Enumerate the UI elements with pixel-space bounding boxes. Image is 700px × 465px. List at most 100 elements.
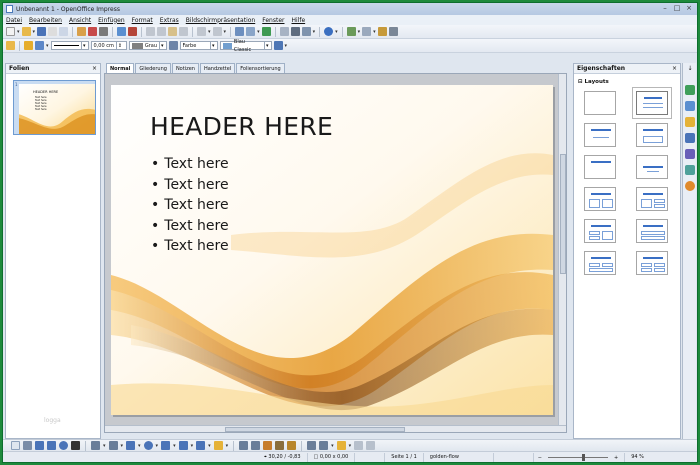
menu-praesentation[interactable]: Bildschirmpräsentation xyxy=(186,17,255,24)
slide-title[interactable]: HEADER HERE xyxy=(150,112,333,141)
cut-icon[interactable] xyxy=(146,27,156,36)
layouts-deck-icon[interactable] xyxy=(685,117,695,127)
zoom-slider-knob[interactable] xyxy=(582,454,586,461)
ellipse-tool-icon[interactable] xyxy=(59,441,68,450)
area-icon[interactable] xyxy=(168,41,178,50)
email-icon[interactable] xyxy=(59,27,69,36)
chevron-down-icon[interactable]: ▾ xyxy=(285,43,288,49)
edit-file-icon[interactable] xyxy=(77,27,87,36)
more-tools-icon[interactable] xyxy=(388,27,398,36)
tab-notizen[interactable]: Notizen xyxy=(171,63,199,73)
symbol-shapes-icon[interactable] xyxy=(143,441,153,450)
layout-title-2-content-bottom[interactable] xyxy=(636,219,668,243)
chevron-down-icon[interactable]: ▾ xyxy=(156,443,159,449)
presentation-icon[interactable] xyxy=(377,27,387,36)
autospell-icon[interactable] xyxy=(128,27,138,36)
animation-deck-icon[interactable] xyxy=(685,149,695,159)
format-paintbrush-icon[interactable] xyxy=(179,27,189,36)
chevron-down-icon[interactable]: ▾ xyxy=(121,443,124,449)
curve-tool-icon[interactable] xyxy=(91,441,100,450)
scroll-thumb[interactable] xyxy=(225,427,405,432)
shadow-icon[interactable] xyxy=(273,41,283,50)
slide-thumbnail-1[interactable]: 1 HEADER HERE Text here Text here Text h… xyxy=(13,80,96,135)
maximize-icon[interactable]: □ xyxy=(672,4,682,13)
draw-functions-icon[interactable] xyxy=(290,27,300,36)
block-arrows-icon[interactable] xyxy=(161,441,171,450)
layout-title-2-content[interactable] xyxy=(584,187,616,211)
line-tool-icon[interactable] xyxy=(23,441,32,450)
navigator-deck-icon[interactable] xyxy=(685,181,695,191)
line-width-field[interactable]: 0,00 cm ⇕ xyxy=(90,41,127,50)
minimize-icon[interactable]: – xyxy=(660,4,670,13)
collapse-icon[interactable]: ⊟ xyxy=(578,79,583,85)
zoom-out-icon[interactable]: − xyxy=(538,455,542,461)
hyperlink-icon[interactable] xyxy=(261,27,271,36)
chevron-down-icon[interactable]: ▾ xyxy=(191,443,194,449)
layout-title-slide[interactable] xyxy=(584,123,616,147)
tab-gliederung[interactable]: Gliederung xyxy=(135,63,171,73)
chevron-down-icon[interactable]: ▾ xyxy=(224,29,227,35)
table-icon[interactable] xyxy=(246,27,256,36)
rotate-icon[interactable] xyxy=(307,441,317,450)
chevron-down-icon[interactable]: ▾ xyxy=(331,443,334,449)
chevron-down-icon[interactable]: ▾ xyxy=(373,29,376,35)
layout-blank[interactable] xyxy=(584,91,616,115)
styles-icon[interactable] xyxy=(6,41,15,50)
layout-centered-text[interactable] xyxy=(636,155,668,179)
vertical-scrollbar[interactable] xyxy=(558,74,566,432)
connector-tool-icon[interactable] xyxy=(108,441,118,450)
menu-hilfe[interactable]: Hilfe xyxy=(291,17,305,24)
transition-deck-icon[interactable] xyxy=(685,165,695,175)
arrow-tool-icon[interactable] xyxy=(35,441,44,450)
master-pages-deck-icon[interactable] xyxy=(685,101,695,111)
chevron-down-icon[interactable]: ▾ xyxy=(335,29,338,35)
area-style-select[interactable]: Farbe ▾ xyxy=(179,41,218,50)
menu-ansicht[interactable]: Ansicht xyxy=(69,17,91,24)
glue-points-icon[interactable] xyxy=(251,441,261,450)
chart-icon[interactable] xyxy=(235,27,245,36)
line-color-select[interactable]: Grau ▾ xyxy=(128,41,167,50)
menu-bearbeiten[interactable]: Bearbeiten xyxy=(29,17,62,24)
layouts-section-header[interactable]: ⊟ Layouts xyxy=(578,79,609,85)
callouts-icon[interactable] xyxy=(196,441,206,450)
rectangle-tool-icon[interactable] xyxy=(47,441,56,450)
gallery-icon[interactable] xyxy=(287,441,297,450)
menu-datei[interactable]: Datei xyxy=(6,17,22,24)
tab-foliensortierung[interactable]: Foliensortierung xyxy=(236,63,285,73)
select-arrow-icon[interactable] xyxy=(11,441,20,450)
fontwork-icon[interactable] xyxy=(263,441,273,450)
chevron-down-icon[interactable]: ▾ xyxy=(173,443,176,449)
undo-icon[interactable] xyxy=(197,27,207,36)
area-color-select[interactable]: Blau Classic ▾ xyxy=(219,39,272,53)
extrusion-icon[interactable] xyxy=(354,441,364,450)
horizontal-scrollbar[interactable] xyxy=(105,425,566,432)
3d-effects-icon[interactable] xyxy=(366,441,376,450)
open-folder-icon[interactable] xyxy=(21,27,31,36)
close-icon[interactable]: × xyxy=(672,65,677,72)
sidebar-menu-icon[interactable]: ↓ xyxy=(685,65,695,75)
chevron-down-icon[interactable]: ▾ xyxy=(208,443,211,449)
zoom-level[interactable]: 94 % xyxy=(624,453,650,462)
redo-icon[interactable] xyxy=(212,27,222,36)
basic-shapes-icon[interactable] xyxy=(126,441,136,450)
menu-extras[interactable]: Extras xyxy=(160,17,179,24)
print-icon[interactable] xyxy=(99,27,109,36)
arrow-style-icon[interactable] xyxy=(35,41,44,50)
points-icon[interactable] xyxy=(239,441,249,450)
tab-normal[interactable]: Normal xyxy=(106,63,135,73)
chevron-down-icon[interactable]: ▾ xyxy=(257,29,260,35)
chevron-down-icon[interactable]: ▾ xyxy=(226,443,229,449)
chevron-down-icon[interactable]: ▾ xyxy=(349,443,352,449)
spellcheck-icon[interactable] xyxy=(117,27,127,36)
layout-title-2-content-left[interactable] xyxy=(584,219,616,243)
align-icon[interactable] xyxy=(319,441,329,450)
arrange-icon[interactable] xyxy=(336,441,346,450)
chevron-down-icon[interactable]: ▾ xyxy=(313,29,316,35)
close-icon[interactable]: × xyxy=(92,65,97,72)
table-design-deck-icon[interactable] xyxy=(685,133,695,143)
chevron-down-icon[interactable]: ▾ xyxy=(103,443,106,449)
from-file-icon[interactable] xyxy=(275,441,285,450)
paste-icon[interactable] xyxy=(168,27,178,36)
chevron-down-icon[interactable]: ▾ xyxy=(358,29,361,35)
tab-handzettel[interactable]: Handzettel xyxy=(199,63,236,73)
